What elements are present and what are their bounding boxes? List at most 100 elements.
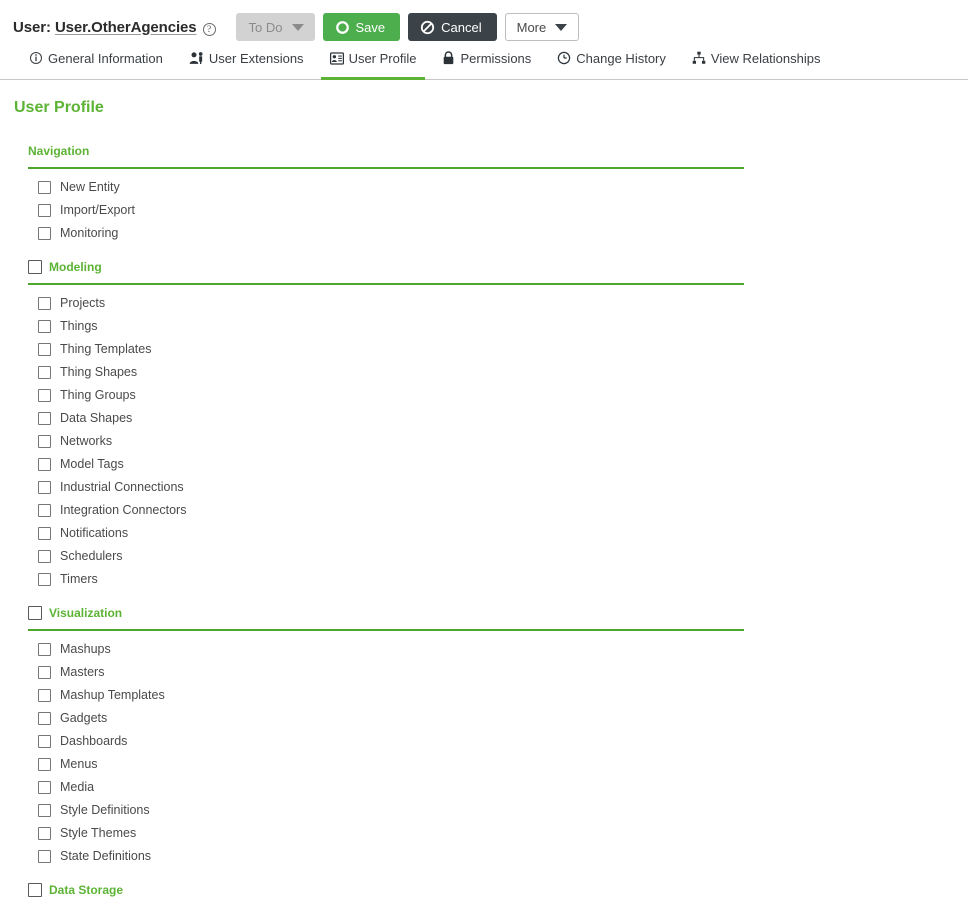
permission-item[interactable]: Data Shapes bbox=[38, 407, 968, 430]
entity-name: User.OtherAgencies bbox=[54, 18, 197, 36]
tab-view-relationships[interactable]: View Relationships bbox=[679, 45, 834, 79]
permission-item[interactable]: Thing Shapes bbox=[38, 361, 968, 384]
permission-item-label: Mashups bbox=[60, 642, 111, 657]
question-circle-icon[interactable]: ? bbox=[202, 22, 216, 36]
permission-checkbox[interactable] bbox=[38, 712, 51, 725]
group-header: Modeling bbox=[28, 258, 968, 276]
permission-item-label: Model Tags bbox=[60, 457, 124, 472]
permission-item[interactable]: Networks bbox=[38, 430, 968, 453]
permission-item[interactable]: Monitoring bbox=[38, 222, 968, 245]
permission-item-label: State Definitions bbox=[60, 849, 152, 864]
title-row: User: User.OtherAgencies? To Do Save Can… bbox=[0, 0, 968, 44]
permission-item[interactable]: Style Themes bbox=[38, 822, 968, 845]
permission-checkbox[interactable] bbox=[38, 758, 51, 771]
permission-checkbox[interactable] bbox=[38, 804, 51, 817]
permission-item-label: Schedulers bbox=[60, 549, 123, 564]
permission-item[interactable]: Model Tags bbox=[38, 453, 968, 476]
permission-item[interactable]: Projects bbox=[38, 292, 968, 315]
permission-checkbox[interactable] bbox=[38, 297, 51, 310]
permission-checkbox[interactable] bbox=[38, 204, 51, 217]
permission-item[interactable]: Timers bbox=[38, 568, 968, 591]
tab-change-history[interactable]: Change History bbox=[544, 45, 679, 79]
chevron-down-icon bbox=[291, 23, 304, 31]
group-header: Data Storage bbox=[28, 881, 968, 899]
group-checkbox[interactable] bbox=[28, 883, 42, 897]
tab-label: General Information bbox=[48, 50, 163, 66]
permission-checkbox[interactable] bbox=[38, 458, 51, 471]
permission-checkbox[interactable] bbox=[38, 435, 51, 448]
permission-item-label: Import/Export bbox=[60, 203, 136, 218]
permission-checkbox[interactable] bbox=[38, 666, 51, 679]
todo-button[interactable]: To Do bbox=[235, 13, 315, 41]
permission-checkbox[interactable] bbox=[38, 227, 51, 240]
group-checkbox[interactable] bbox=[28, 606, 42, 620]
permission-item[interactable]: Things bbox=[38, 315, 968, 338]
todo-button-label: To Do bbox=[248, 19, 283, 35]
permission-checkbox[interactable] bbox=[38, 827, 51, 840]
tab-general-information[interactable]: General Information bbox=[16, 45, 176, 79]
tab-user-extensions[interactable]: User Extensions bbox=[176, 45, 317, 79]
permission-checkbox[interactable] bbox=[38, 781, 51, 794]
permission-checkbox[interactable] bbox=[38, 389, 51, 402]
permission-item-label: Integration Connectors bbox=[60, 503, 187, 518]
permission-checkbox[interactable] bbox=[38, 850, 51, 863]
permission-item-label: Thing Templates bbox=[60, 342, 152, 357]
cancel-button-label: Cancel bbox=[441, 19, 482, 35]
permission-item[interactable]: Schedulers bbox=[38, 545, 968, 568]
permission-item-label: New Entity bbox=[60, 180, 120, 195]
permission-checkbox[interactable] bbox=[38, 504, 51, 517]
permission-item[interactable]: Mashups bbox=[38, 638, 968, 661]
permission-item-label: Style Definitions bbox=[60, 803, 150, 818]
permission-checkbox[interactable] bbox=[38, 573, 51, 586]
permission-checkbox[interactable] bbox=[38, 412, 51, 425]
permission-groups: Navigation New Entity Import/Export Monitor… bbox=[0, 116, 968, 900]
permission-checkbox[interactable] bbox=[38, 320, 51, 333]
permission-item[interactable]: New Entity bbox=[38, 176, 968, 199]
permission-item[interactable]: Dashboards bbox=[38, 730, 968, 753]
permission-item[interactable]: Media bbox=[38, 776, 968, 799]
permission-checkbox[interactable] bbox=[38, 527, 51, 540]
lock-icon bbox=[442, 51, 455, 65]
permission-item[interactable]: Thing Groups bbox=[38, 384, 968, 407]
permission-checkbox[interactable] bbox=[38, 481, 51, 494]
permission-checkbox[interactable] bbox=[38, 643, 51, 656]
permission-checkbox[interactable] bbox=[38, 735, 51, 748]
permission-item[interactable]: Integration Connectors bbox=[38, 499, 968, 522]
group-checkbox[interactable] bbox=[28, 260, 42, 274]
permission-checkbox[interactable] bbox=[38, 550, 51, 563]
tab-user-profile[interactable]: User Profile bbox=[317, 45, 430, 80]
permission-item[interactable]: Style Definitions bbox=[38, 799, 968, 822]
permission-item[interactable]: Thing Templates bbox=[38, 338, 968, 361]
permission-item-label: Projects bbox=[60, 296, 106, 311]
permission-item[interactable]: Import/Export bbox=[38, 199, 968, 222]
permission-item[interactable]: Industrial Connections bbox=[38, 476, 968, 499]
group-item-list: Mashups Masters Mashup Templates Gadgets Das… bbox=[0, 631, 968, 868]
permission-checkbox[interactable] bbox=[38, 343, 51, 356]
permission-checkbox[interactable] bbox=[38, 181, 51, 194]
permission-checkbox[interactable] bbox=[38, 366, 51, 379]
permission-item[interactable]: Masters bbox=[38, 661, 968, 684]
more-button[interactable]: More bbox=[504, 13, 580, 41]
group-item-list: New Entity Import/Export Monitoring bbox=[0, 169, 968, 245]
tab-label: User Profile bbox=[348, 50, 417, 66]
permission-item-label: Thing Groups bbox=[60, 388, 136, 403]
permission-item-label: Dashboards bbox=[60, 734, 128, 749]
users-icon bbox=[189, 51, 204, 65]
permission-item[interactable]: Gadgets bbox=[38, 707, 968, 730]
permission-checkbox[interactable] bbox=[38, 689, 51, 702]
clock-icon bbox=[557, 51, 571, 65]
permission-item[interactable]: Mashup Templates bbox=[38, 684, 968, 707]
permission-item-label: Style Themes bbox=[60, 826, 137, 841]
permission-item[interactable]: State Definitions bbox=[38, 845, 968, 868]
cancel-button[interactable]: Cancel bbox=[408, 13, 497, 41]
permission-item[interactable]: Menus bbox=[38, 753, 968, 776]
save-button[interactable]: Save bbox=[322, 13, 401, 41]
permission-item-label: Data Shapes bbox=[60, 411, 133, 426]
tab-label: Change History bbox=[576, 50, 666, 66]
tab-permissions[interactable]: Permissions bbox=[429, 45, 544, 79]
permission-item-label: Media bbox=[60, 780, 95, 795]
permission-item[interactable]: Notifications bbox=[38, 522, 968, 545]
more-button-label: More bbox=[516, 19, 547, 35]
permission-item-label: Notifications bbox=[60, 526, 129, 541]
